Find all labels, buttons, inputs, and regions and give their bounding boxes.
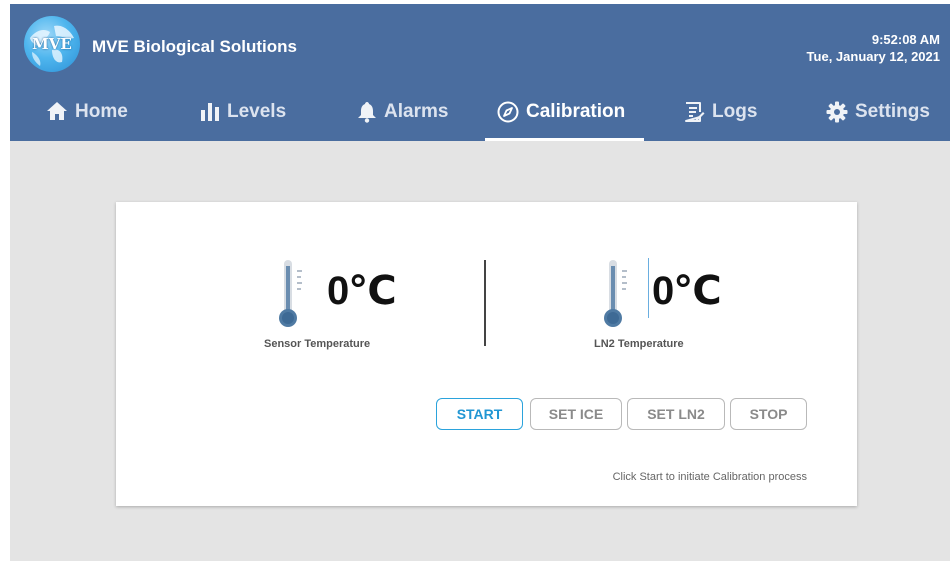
tab-logs-label: Logs [712,101,758,122]
app-screen: MVE MVE Biological Solutions 9:52:08 AM … [10,4,950,561]
start-button[interactable]: START [436,398,523,430]
calibration-hint: Click Start to initiate Calibration proc… [612,471,807,483]
nav-tabs: Home Levels Alarms Calibration Logs Sett… [10,92,950,141]
tab-alarms-label: Alarms [384,101,449,122]
tab-settings[interactable]: Settings [826,92,930,141]
panel-divider [484,260,486,346]
thermometer-icon [279,260,302,327]
clock-time: 9:52:08 AM [871,32,940,47]
gear-icon [826,101,848,129]
clock: 9:52:08 AM Tue, January 12, 2021 [807,31,940,65]
log-icon [683,101,705,129]
logo-text: MVE [32,35,72,53]
active-tab-indicator [485,138,644,141]
levels-icon [200,101,220,127]
tab-logs[interactable]: Logs [683,92,757,141]
sensor-temperature-label: Sensor Temperature [264,338,371,350]
tab-settings-label: Settings [855,101,930,122]
bell-icon [357,101,377,129]
tab-alarms[interactable]: Alarms [357,92,448,141]
sensor-temperature-value: 0℃ [327,269,397,313]
set-ice-button[interactable]: SET ICE [530,398,622,430]
tab-calibration[interactable]: Calibration [497,92,625,141]
compass-icon [497,101,519,129]
home-icon [46,101,68,127]
ln2-temperature-value: 0℃ [652,269,722,313]
ln2-temperature-label: LN2 Temperature [594,338,684,350]
stop-button[interactable]: STOP [730,398,807,430]
clock-date: Tue, January 12, 2021 [806,49,940,64]
calibration-panel: 0℃ Sensor Temperature 0℃ LN2 Temperature… [116,202,857,506]
tab-home[interactable]: Home [46,92,128,141]
header-bar: MVE MVE Biological Solutions 9:52:08 AM … [10,4,950,141]
tab-levels-label: Levels [227,101,287,122]
set-ln2-button[interactable]: SET LN2 [627,398,725,430]
company-name: MVE Biological Solutions [92,37,297,56]
thermometer-icon [604,260,627,327]
tab-levels[interactable]: Levels [200,92,286,141]
tab-home-label: Home [75,101,128,122]
company-logo: MVE [24,16,80,72]
text-cursor [648,258,649,318]
tab-calibration-label: Calibration [526,101,626,122]
